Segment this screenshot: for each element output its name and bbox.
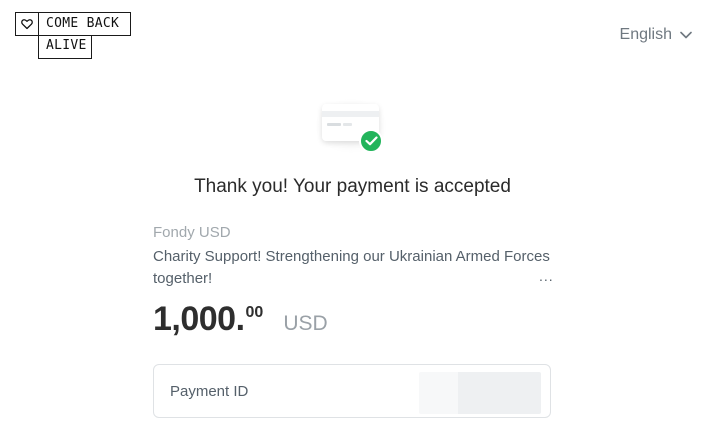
payment-id-value-redacted[interactable] xyxy=(419,372,541,414)
checkmark-icon xyxy=(359,129,383,153)
merchant-name: Fondy USD xyxy=(153,224,231,241)
status-title: Thank you! Your payment is accepted xyxy=(194,176,511,197)
chevron-down-icon xyxy=(680,31,692,39)
payment-id-field[interactable]: Payment ID xyxy=(153,364,551,418)
payment-id-label: Payment ID xyxy=(170,383,249,400)
expand-description-button[interactable]: ... xyxy=(539,268,554,284)
logo-text-line2: ALIVE xyxy=(46,38,87,53)
logo-top-box: COME BACK xyxy=(15,12,131,36)
language-selector[interactable]: English xyxy=(620,26,692,44)
heart-icon xyxy=(16,13,39,35)
amount-decimals: 00 xyxy=(245,304,264,321)
logo[interactable]: COME BACK ALIVE xyxy=(15,12,131,60)
language-label: English xyxy=(619,26,672,43)
amount-integer: 1,000. xyxy=(153,300,245,338)
logo-text-line1: COME BACK xyxy=(46,16,120,31)
amount-currency: USD xyxy=(283,312,328,335)
logo-bottom-box: ALIVE xyxy=(38,35,92,59)
payment-amount: 1,000. 00 USD xyxy=(153,300,328,339)
card-check-icon xyxy=(314,92,394,162)
payment-success-page: COME BACK ALIVE English Thank you! Your … xyxy=(0,0,709,448)
payment-description: Charity Support! Strengthening our Ukrai… xyxy=(153,248,550,287)
